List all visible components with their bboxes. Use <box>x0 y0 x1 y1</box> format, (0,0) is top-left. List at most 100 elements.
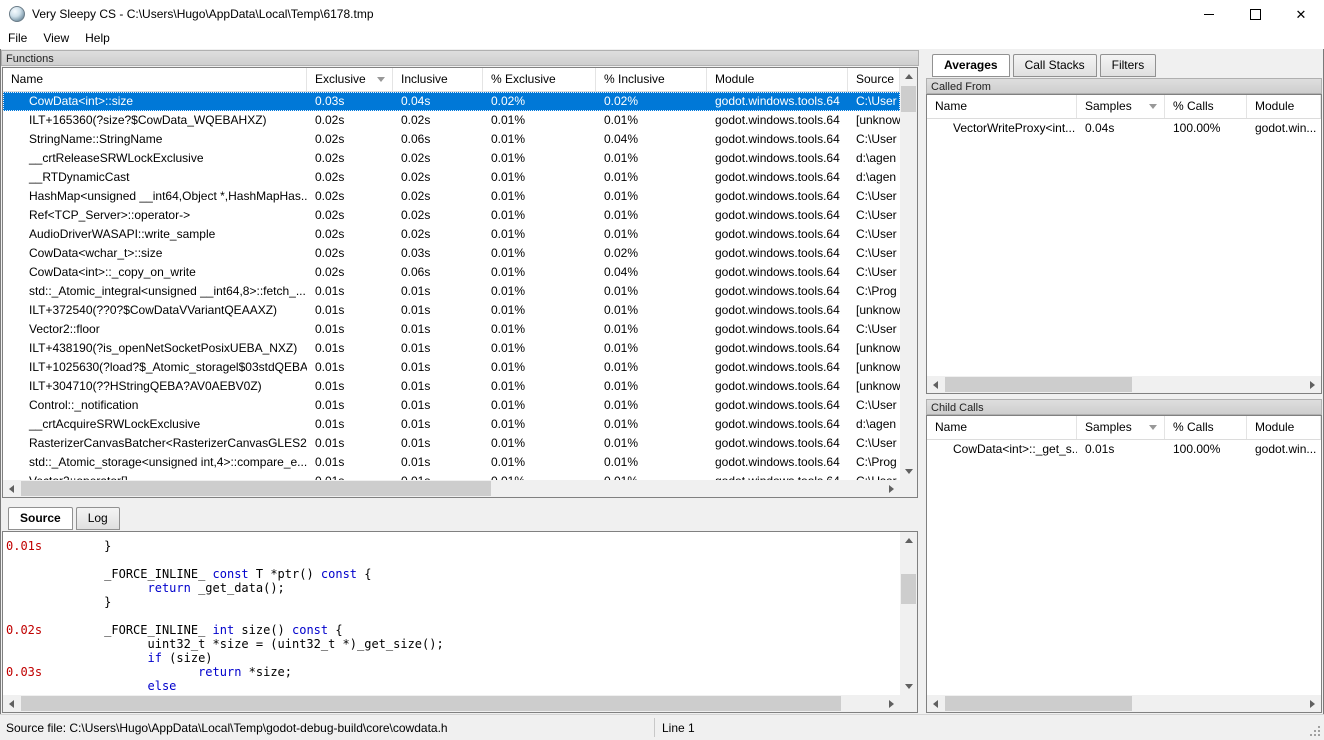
scroll-right-button[interactable] <box>1304 695 1321 712</box>
table-row[interactable]: ILT+372540(??0?$CowDataVVariantQEAAXZ)0.… <box>3 301 900 320</box>
scroll-left-button[interactable] <box>3 480 20 497</box>
cell-module: godot.windows.tools.64 <box>707 244 848 263</box>
resize-grip[interactable] <box>1310 726 1320 736</box>
functions-horizontal-scrollbar[interactable] <box>3 480 900 497</box>
app-icon <box>9 6 25 22</box>
table-row[interactable]: ILT+438190(?is_openNetSocketPosixUEBA_NX… <box>3 339 900 358</box>
cell-module: godot.windows.tools.64 <box>707 453 848 472</box>
scroll-right-button[interactable] <box>1304 376 1321 393</box>
cell-module: godot.windows.tools.64 <box>707 282 848 301</box>
vertical-scrollbar-thumb[interactable] <box>901 574 916 604</box>
source-vertical-scrollbar[interactable] <box>900 532 917 695</box>
close-button[interactable]: ✕ <box>1278 0 1324 28</box>
table-row[interactable]: __RTDynamicCast0.02s0.02s0.01%0.01%godot… <box>3 168 900 187</box>
table-row[interactable]: std::_Atomic_integral<unsigned __int64,8… <box>3 282 900 301</box>
column-header-name[interactable]: Name <box>3 68 307 91</box>
column-header-exclusive[interactable]: Exclusive <box>307 68 393 91</box>
horizontal-scrollbar-thumb[interactable] <box>21 481 491 496</box>
column-header-name[interactable]: Name <box>927 416 1077 439</box>
column-header-source[interactable]: Source <box>848 68 900 91</box>
column-header-calls[interactable]: % Calls <box>1165 95 1247 118</box>
table-row[interactable]: Vector2::floor0.01s0.01s0.01%0.01%godot.… <box>3 320 900 339</box>
scroll-left-button[interactable] <box>927 695 944 712</box>
horizontal-scrollbar-thumb[interactable] <box>945 696 1132 711</box>
scroll-left-icon <box>933 381 938 389</box>
table-row[interactable]: CowData<int>::size0.03s0.04s0.02%0.02%go… <box>3 92 900 111</box>
menu-item-view[interactable]: View <box>35 28 77 49</box>
vertical-scrollbar-thumb[interactable] <box>901 86 916 112</box>
title-bar: Very Sleepy CS - C:\Users\Hugo\AppData\L… <box>0 0 1324 28</box>
maximize-button[interactable] <box>1232 0 1278 28</box>
table-row[interactable]: CowData<wchar_t>::size0.02s0.03s0.01%0.0… <box>3 244 900 263</box>
column-header-module[interactable]: Module <box>1247 416 1321 439</box>
tab-filters[interactable]: Filters <box>1100 54 1157 77</box>
menu-item-help[interactable]: Help <box>77 28 118 49</box>
table-row[interactable]: ILT+1025630(?load?$_Atomic_storagel$03st… <box>3 358 900 377</box>
cell-source: C:\User <box>848 244 900 263</box>
column-header-inclusive[interactable]: Inclusive <box>393 68 483 91</box>
cell-source: C:\User <box>848 472 900 480</box>
cell-name: CowData<int>::size <box>3 92 307 111</box>
cell-source: C:\User <box>848 434 900 453</box>
table-row[interactable]: __crtReleaseSRWLockExclusive0.02s0.02s0.… <box>3 149 900 168</box>
tab-source[interactable]: Source <box>8 507 73 530</box>
cell-source: C:\User <box>848 396 900 415</box>
sort-descending-icon <box>1149 104 1157 109</box>
code-text: return *size; <box>3 665 292 679</box>
table-row[interactable]: RasterizerCanvasBatcher<RasterizerCanvas… <box>3 434 900 453</box>
table-row[interactable]: __crtAcquireSRWLockExclusive0.01s0.01s0.… <box>3 415 900 434</box>
cell-exclusive: 0.01% <box>483 149 596 168</box>
cell-name: HashMap<unsigned __int64,Object *,HashMa… <box>3 187 307 206</box>
column-header-module[interactable]: Module <box>1247 95 1321 118</box>
table-row[interactable]: Control::_notification0.01s0.01s0.01%0.0… <box>3 396 900 415</box>
child-calls-horizontal-scrollbar[interactable] <box>927 695 1321 712</box>
functions-vertical-scrollbar[interactable] <box>900 68 917 480</box>
tab-averages[interactable]: Averages <box>932 54 1010 77</box>
cell-inclusive: 0.06s <box>393 263 483 282</box>
table-row[interactable]: StringName::StringName0.02s0.06s0.01%0.0… <box>3 130 900 149</box>
column-header-label: Samples <box>1085 99 1132 113</box>
cell-inclusive: 0.03s <box>393 244 483 263</box>
menu-item-file[interactable]: File <box>0 28 35 49</box>
scroll-up-button[interactable] <box>900 532 917 549</box>
scroll-up-button[interactable] <box>900 68 917 85</box>
scroll-left-button[interactable] <box>3 695 20 712</box>
called-from-horizontal-scrollbar[interactable] <box>927 376 1321 393</box>
table-row[interactable]: Vector2::operator[]0.01s0.01s0.01%0.01%g… <box>3 472 900 480</box>
cell-name: Ref<TCP_Server>::operator-> <box>3 206 307 225</box>
tab-call-stacks[interactable]: Call Stacks <box>1013 54 1097 77</box>
tab-log[interactable]: Log <box>76 507 120 530</box>
table-row[interactable]: CowData<int>::_copy_on_write0.02s0.06s0.… <box>3 263 900 282</box>
cell-exclusive: 0.01% <box>483 130 596 149</box>
column-header-exclusive[interactable]: % Exclusive <box>483 68 596 91</box>
column-header-calls[interactable]: % Calls <box>1165 416 1247 439</box>
table-row[interactable]: ILT+304710(??HStringQEBA?AV0AEBV0Z)0.01s… <box>3 377 900 396</box>
scroll-down-button[interactable] <box>900 678 917 695</box>
horizontal-scrollbar-thumb[interactable] <box>945 377 1132 392</box>
column-header-module[interactable]: Module <box>707 68 848 91</box>
column-header-label: % Inclusive <box>604 72 665 86</box>
cell-exclusive: 0.01s <box>307 282 393 301</box>
table-row[interactable]: HashMap<unsigned __int64,Object *,HashMa… <box>3 187 900 206</box>
column-header-name[interactable]: Name <box>927 95 1077 118</box>
source-horizontal-scrollbar[interactable] <box>3 695 900 712</box>
cell-inclusive: 0.01s <box>393 396 483 415</box>
table-row[interactable]: AudioDriverWASAPI::write_sample0.02s0.02… <box>3 225 900 244</box>
table-row[interactable]: std::_Atomic_storage<unsigned int,4>::co… <box>3 453 900 472</box>
horizontal-scrollbar-thumb[interactable] <box>21 696 841 711</box>
table-row[interactable]: CowData<int>::_get_s...0.01s100.00%godot… <box>927 440 1321 459</box>
scroll-right-button[interactable] <box>883 695 900 712</box>
table-row[interactable]: VectorWriteProxy<int...0.04s100.00%godot… <box>927 119 1321 138</box>
table-row[interactable]: Ref<TCP_Server>::operator->0.02s0.02s0.0… <box>3 206 900 225</box>
table-row[interactable]: ILT+165360(?size?$CowData_WQEBAHXZ)0.02s… <box>3 111 900 130</box>
cell-inclusive: 0.02% <box>596 92 707 111</box>
code-line <box>3 609 900 623</box>
minimize-button[interactable] <box>1186 0 1232 28</box>
column-header-samples[interactable]: Samples <box>1077 416 1165 439</box>
column-header-samples[interactable]: Samples <box>1077 95 1165 118</box>
scroll-right-button[interactable] <box>883 480 900 497</box>
column-header-inclusive[interactable]: % Inclusive <box>596 68 707 91</box>
cell-exclusive: 0.01% <box>483 111 596 130</box>
scroll-down-button[interactable] <box>900 463 917 480</box>
scroll-left-button[interactable] <box>927 376 944 393</box>
